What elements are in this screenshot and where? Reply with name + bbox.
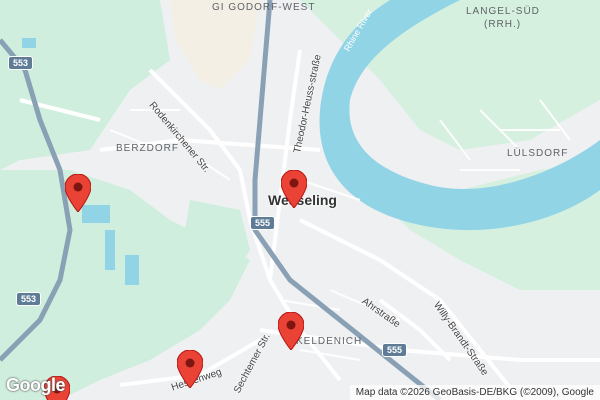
map-marker-icon[interactable] [281,170,307,208]
map-marker-icon[interactable] [177,350,203,388]
map-marker-icon[interactable] [278,312,304,350]
map-marker-icon[interactable] [65,174,91,212]
road-shield-555-south: 555 [382,343,408,357]
place-label-lulsdorf: LÜLSDORF [507,148,569,159]
road-shield-555-center: 555 [250,216,276,230]
google-logo[interactable]: Google [6,375,66,396]
road-shield-553-south: 553 [16,292,42,306]
place-label-godorf-west: GI GODORF-WEST [212,2,316,13]
map-attribution[interactable]: Map data ©2026 GeoBasis-DE/BKG (©2009), … [349,385,600,400]
map-canvas[interactable]: GI GODORF-WEST LANGEL-SÜD (RRH.) BERZDOR… [0,0,600,400]
place-label-langel-sud: LANGEL-SÜD [466,6,540,17]
place-label-berzdorf: BERZDORF [116,143,179,154]
place-label-keldenich: KELDENICH [296,336,363,347]
road-shield-553-north: 553 [8,56,34,70]
place-label-rrh: (RRH.) [484,19,522,30]
